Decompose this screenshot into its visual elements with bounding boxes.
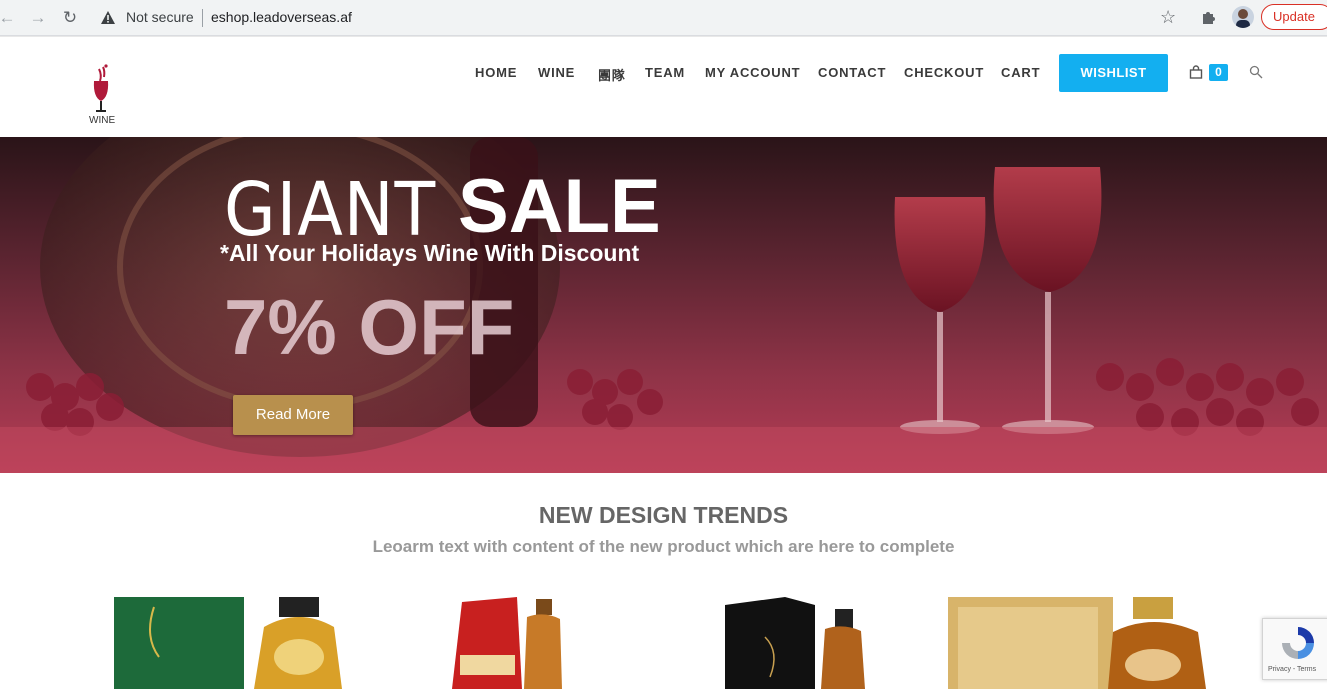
product-image[interactable] <box>948 597 1208 689</box>
nav-wine[interactable]: WINE <box>538 65 575 80</box>
nav-team[interactable]: TEAM <box>645 65 685 80</box>
cart-count-badge[interactable]: 0 <box>1209 64 1228 81</box>
shopping-bag-icon[interactable] <box>1189 65 1203 79</box>
product-image[interactable] <box>725 597 865 689</box>
reload-icon[interactable]: ↻ <box>59 7 81 29</box>
browser-toolbar: ← → ↻ Not secure eshop.leadoverseas.af ☆… <box>0 0 1327 36</box>
extensions-puzzle-icon[interactable] <box>1200 8 1218 26</box>
recaptcha-logo-icon <box>1282 627 1314 659</box>
search-icon[interactable] <box>1249 65 1263 79</box>
nav-home[interactable]: HOME <box>475 65 517 80</box>
hero-background-image <box>0 137 1327 473</box>
site-header: WINE HOME WINE 團隊 TEAM MY ACCOUNT CONTAC… <box>0 36 1327 137</box>
product-image[interactable] <box>452 597 562 689</box>
product-image[interactable] <box>114 597 362 689</box>
bookmark-star-icon[interactable]: ☆ <box>1160 7 1176 28</box>
hero-banner: GIANT SALE *All Your Holidays Wine With … <box>0 137 1327 473</box>
profile-avatar[interactable] <box>1232 6 1254 28</box>
warning-icon[interactable] <box>100 10 116 25</box>
nav-cart[interactable]: CART <box>1001 65 1040 80</box>
logo-text: WINE <box>89 115 116 126</box>
hero-discount: 7% OFF <box>224 283 515 371</box>
read-more-button[interactable]: Read More <box>233 395 353 435</box>
nav-my-account[interactable]: MY ACCOUNT <box>705 65 800 80</box>
hero-title-sale: SALE <box>458 164 661 249</box>
address-bar[interactable]: eshop.leadoverseas.af <box>211 9 352 25</box>
section-subtitle: Leoarm text with content of the new prod… <box>372 537 955 556</box>
nav-contact[interactable]: CONTACT <box>818 65 886 80</box>
hero-subtitle: *All Your Holidays Wine With Discount <box>220 240 640 266</box>
recaptcha-badge[interactable]: Privacy - Terms <box>1262 618 1327 680</box>
forward-arrow-icon[interactable]: → <box>27 7 49 29</box>
back-arrow-icon[interactable]: ← <box>0 7 18 29</box>
recaptcha-links[interactable]: Privacy - Terms <box>1268 666 1316 673</box>
update-button[interactable]: Update <box>1261 4 1327 30</box>
security-status[interactable]: Not secure <box>126 9 194 25</box>
nav-team-chinese[interactable]: 團隊 <box>598 65 626 84</box>
section-title: NEW DESIGN TRENDS <box>538 502 789 528</box>
nav-checkout[interactable]: CHECKOUT <box>904 65 984 80</box>
wishlist-button[interactable]: WISHLIST <box>1059 54 1168 92</box>
url-divider <box>202 9 203 27</box>
